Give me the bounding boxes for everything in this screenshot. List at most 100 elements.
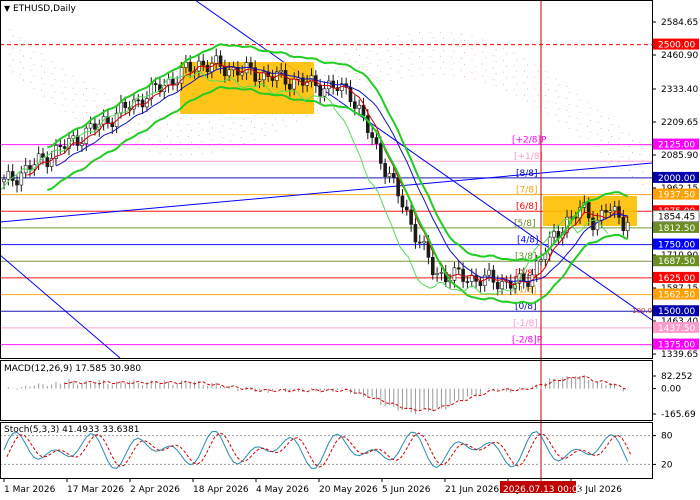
- candle-body: [136, 99, 141, 102]
- candle-body: [417, 241, 422, 244]
- cloud-dot: [618, 126, 620, 128]
- cloud-dot: [114, 110, 116, 112]
- cloud-dot: [264, 134, 266, 136]
- cloud-dot: [545, 107, 546, 109]
- cloud-dot: [251, 133, 252, 135]
- cloud-dot: [642, 159, 644, 161]
- cloud-dot: [96, 106, 98, 108]
- cloud-dot: [23, 43, 24, 45]
- price-badge-label: 1687.50: [658, 257, 695, 267]
- cloud-dot: [534, 100, 536, 102]
- fibo-100-label: 100.0: [632, 307, 652, 315]
- cloud-dot: [608, 142, 609, 144]
- cloud-dot: [30, 69, 32, 71]
- candle-body: [357, 104, 361, 109]
- cloud-dot: [597, 145, 599, 147]
- candle-body: [491, 269, 496, 283]
- cloud-dot: [600, 139, 602, 141]
- cloud-dot: [534, 64, 536, 66]
- cloud-dot: [429, 67, 431, 69]
- cloud-dot: [12, 47, 14, 49]
- cloud-dot: [44, 71, 45, 73]
- cloud-dot: [597, 121, 599, 123]
- cloud-dot: [377, 41, 378, 43]
- cloud-dot: [159, 152, 161, 154]
- cloud-dot: [443, 61, 444, 63]
- cloud-dot: [429, 55, 431, 57]
- cloud-dot: [558, 96, 560, 98]
- cloud-dot: [149, 138, 150, 140]
- cloud-dot: [212, 151, 213, 153]
- cloud-dot: [156, 110, 158, 112]
- cloud-dot: [387, 74, 389, 76]
- cloud-dot: [180, 142, 182, 144]
- cloud-dot: [408, 69, 410, 71]
- candle-body: [383, 163, 387, 177]
- cloud-dot: [96, 94, 98, 96]
- time-tick-label: 4 May 2026: [256, 485, 309, 495]
- cloud-dot: [230, 104, 231, 106]
- cloud-dot: [167, 123, 168, 125]
- cloud-dot: [597, 133, 599, 135]
- stoch-tick-label: 20: [661, 460, 673, 470]
- cloud-dot: [282, 119, 284, 121]
- cloud-dot: [83, 82, 84, 84]
- cloud-dot: [387, 50, 389, 52]
- cloud-dot: [471, 60, 473, 62]
- cloud-dot: [356, 72, 357, 74]
- macd-label: MACD(12,26,9) 17.585 30.980: [4, 364, 142, 374]
- candle-body: [2, 178, 6, 183]
- cloud-dot: [356, 60, 357, 62]
- cloud-dot: [149, 114, 150, 116]
- cloud-dot: [86, 100, 87, 102]
- cloud-dot: [558, 108, 560, 110]
- cloud-dot: [359, 66, 360, 68]
- price-badge-label: 1625.00: [658, 274, 695, 284]
- cloud-dot: [398, 71, 399, 73]
- cloud-dot: [642, 147, 644, 149]
- murrey-label: [5/8]: [514, 219, 536, 229]
- cloud-dot: [254, 127, 255, 129]
- cloud-dot: [93, 88, 95, 90]
- candle-body: [608, 210, 613, 213]
- candle-body: [534, 260, 539, 276]
- cloud-dot: [138, 135, 140, 137]
- cloud-dot: [261, 116, 263, 118]
- cloud-dot: [12, 35, 14, 37]
- candle-body: [586, 202, 591, 219]
- cloud-dot: [212, 139, 213, 141]
- cloud-dot: [618, 162, 620, 164]
- cloud-dot: [450, 32, 452, 34]
- cloud-dot: [156, 122, 158, 124]
- cloud-dot: [461, 46, 462, 48]
- candle-body: [10, 171, 15, 181]
- cloud-dot: [579, 111, 581, 113]
- cloud-dot: [503, 71, 504, 73]
- cloud-dot: [230, 140, 231, 142]
- time-tick-label: 20 May 2026: [319, 485, 378, 495]
- cloud-dot: [240, 101, 242, 103]
- cloud-dot: [398, 47, 399, 49]
- cloud-dot: [579, 99, 581, 101]
- cloud-dot: [432, 73, 434, 75]
- cloud-dot: [387, 38, 389, 40]
- cloud-dot: [41, 89, 42, 91]
- cloud-dot: [272, 100, 273, 102]
- cloud-dot: [23, 55, 24, 57]
- cloud-dot: [632, 140, 633, 142]
- cloud-dot: [138, 111, 140, 113]
- cloud-dot: [30, 57, 32, 59]
- cloud-dot: [516, 70, 518, 72]
- cloud-dot: [33, 87, 35, 89]
- cloud-dot: [240, 137, 242, 139]
- cloud-dot: [212, 115, 213, 117]
- cloud-dot: [180, 118, 182, 120]
- cloud-dot: [492, 55, 494, 57]
- cloud-dot: [324, 75, 326, 77]
- cloud-dot: [51, 97, 53, 99]
- cloud-dot: [201, 117, 203, 119]
- cloud-dot: [222, 149, 224, 151]
- cloud-dot: [432, 61, 434, 63]
- murrey-label: [+1/8]: [514, 152, 543, 162]
- cloud-dot: [366, 56, 368, 58]
